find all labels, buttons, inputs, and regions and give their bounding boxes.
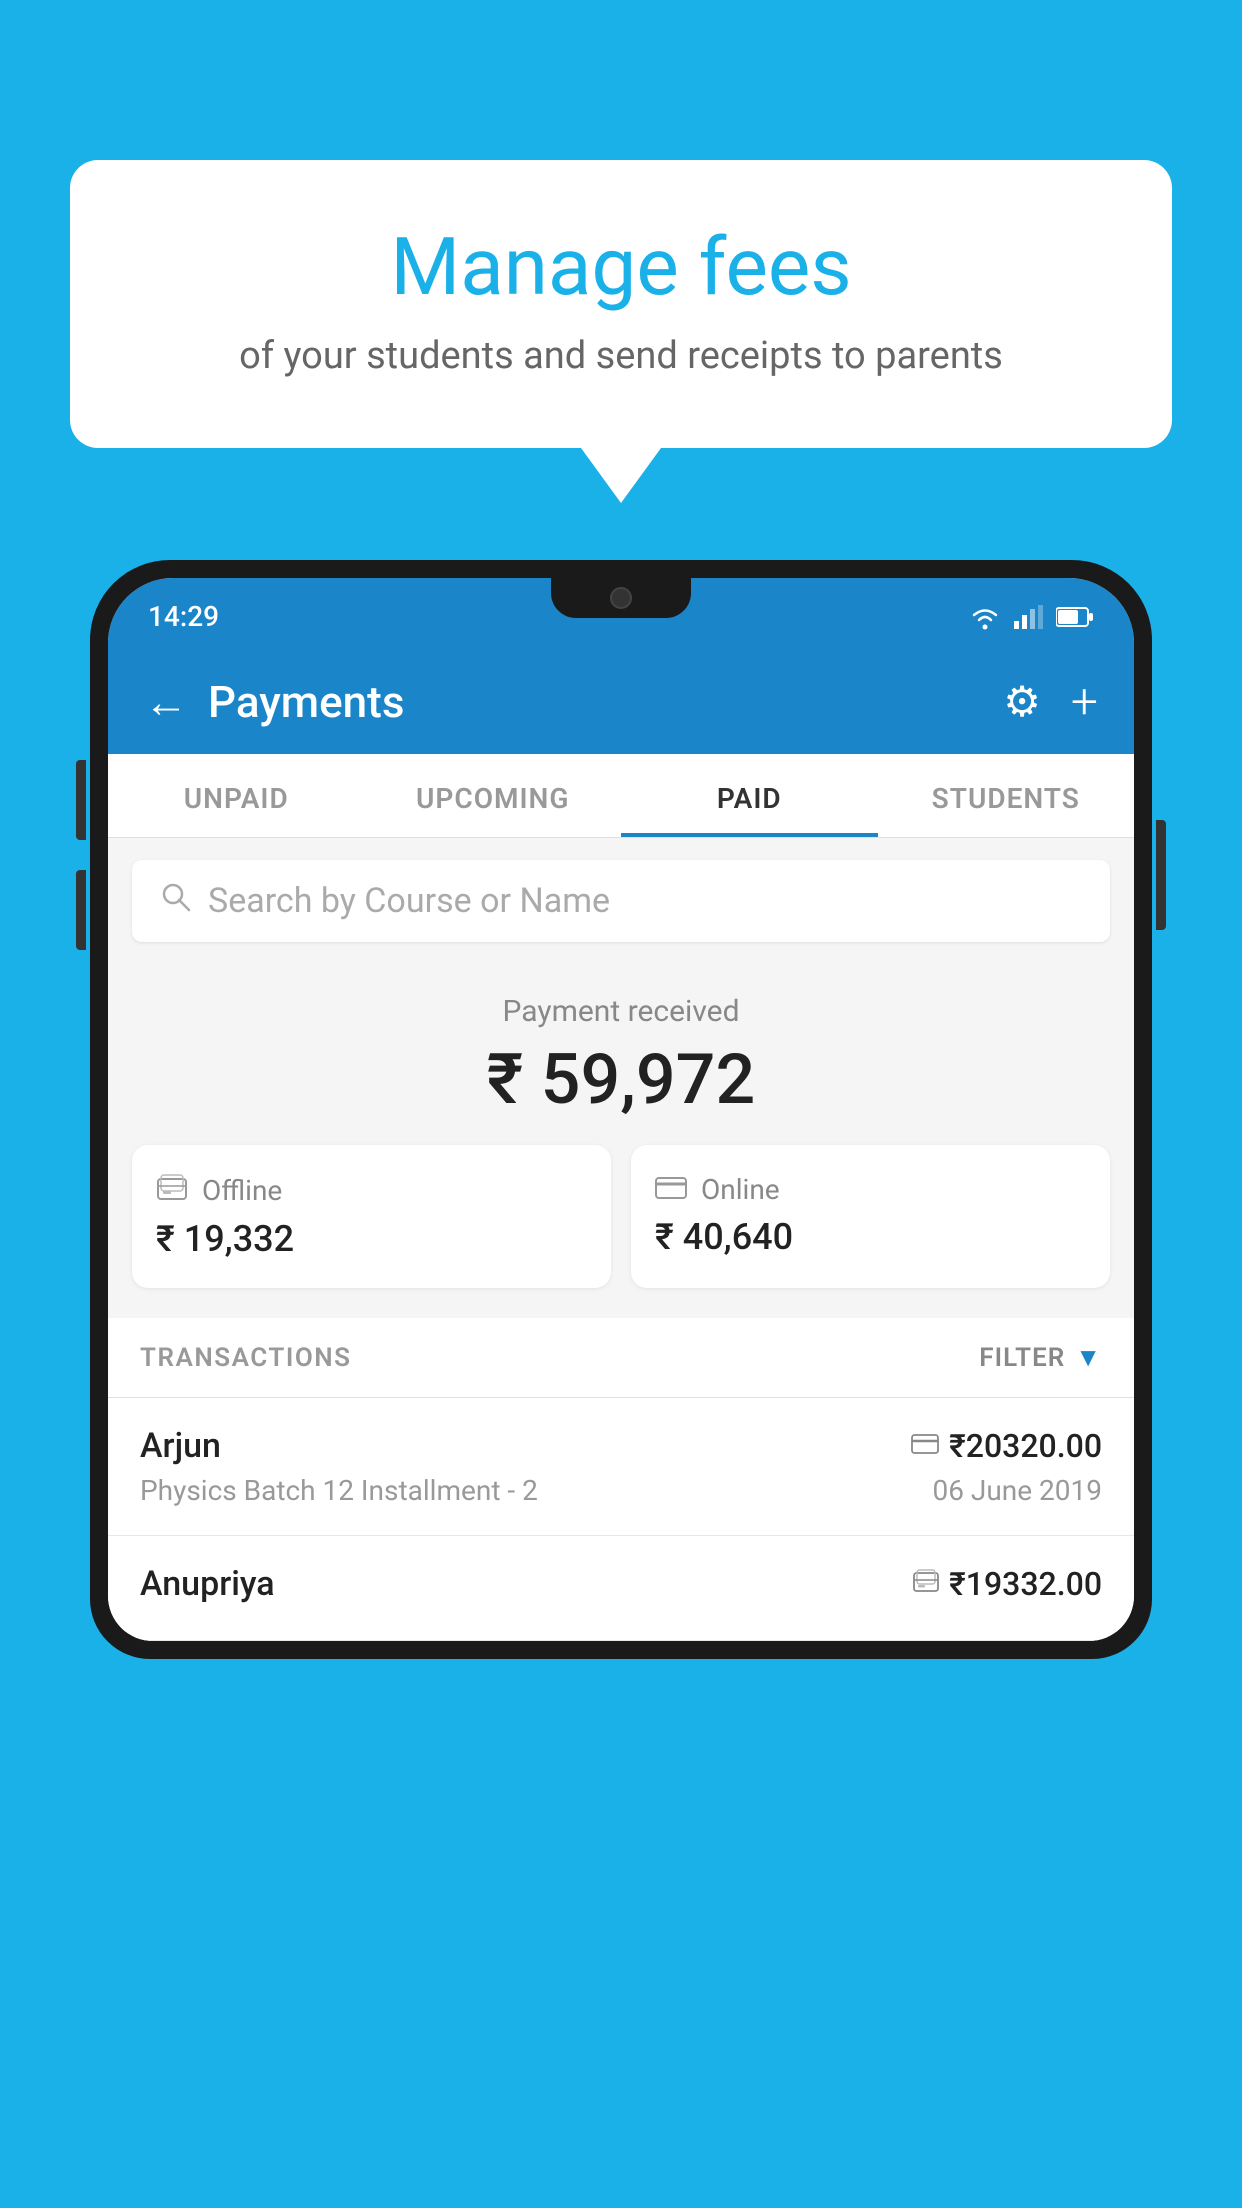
online-icon [655,1173,687,1206]
filter-label: FILTER [979,1343,1065,1373]
bubble-title: Manage fees [150,220,1092,314]
offline-amount: ₹ 19,332 [156,1218,587,1260]
transaction-type-icon-2 [913,1569,939,1599]
transaction-bottom-1: Physics Batch 12 Installment - 2 06 June… [140,1474,1102,1507]
search-icon [160,880,192,922]
phone-screen: 14:29 [108,578,1134,1641]
payment-summary: Payment received ₹ 59,972 [108,964,1134,1318]
tab-students[interactable]: STUDENTS [878,754,1135,837]
offline-header: Offline [156,1173,587,1208]
online-label: Online [701,1173,780,1206]
search-container: Search by Course or Name [108,838,1134,964]
volume-down-button [76,870,86,950]
search-input[interactable]: Search by Course or Name [208,881,610,921]
transaction-name-2: Anupriya [140,1564,275,1604]
payment-cards: Offline ₹ 19,332 [132,1145,1110,1288]
settings-button[interactable]: ⚙ [1003,677,1041,727]
tabs-container: UNPAID UPCOMING PAID STUDENTS [108,754,1134,838]
speech-bubble: Manage fees of your students and send re… [70,160,1172,448]
transaction-type-icon-1 [911,1433,939,1459]
phone: 14:29 [90,560,1152,2208]
online-header: Online [655,1173,1086,1206]
tab-upcoming[interactable]: UPCOMING [365,754,622,837]
speech-bubble-arrow [581,448,661,503]
search-bar[interactable]: Search by Course or Name [132,860,1110,942]
filter-icon: ▼ [1075,1342,1102,1373]
payment-total-amount: ₹ 59,972 [132,1039,1110,1121]
transaction-date-1: 06 June 2019 [932,1474,1102,1507]
payment-label: Payment received [132,994,1110,1029]
wifi-icon [968,604,1002,630]
filter-button[interactable]: FILTER ▼ [979,1342,1102,1373]
header-left: ← Payments [144,676,404,728]
transaction-name-1: Arjun [140,1426,221,1466]
front-camera [610,587,632,609]
offline-label: Offline [202,1174,282,1207]
transaction-top-1: Arjun ₹20320.00 [140,1426,1102,1466]
transaction-amount-1: ₹20320.00 [949,1427,1102,1465]
volume-up-button [76,760,86,840]
phone-notch [551,578,691,618]
transaction-top-2: Anupriya ₹19332.00 [140,1564,1102,1604]
online-payment-card: Online ₹ 40,640 [631,1145,1110,1288]
signal-icon [1014,605,1044,629]
back-button[interactable]: ← [144,680,188,724]
phone-outer: 14:29 [90,560,1152,1659]
tab-paid[interactable]: PAID [621,754,878,837]
bubble-subtitle: of your students and send receipts to pa… [150,334,1092,378]
transactions-header: TRANSACTIONS FILTER ▼ [108,1318,1134,1398]
page-title: Payments [208,676,404,728]
transaction-row[interactable]: Arjun ₹20320.00 Physics [108,1398,1134,1536]
tab-unpaid[interactable]: UNPAID [108,754,365,837]
transaction-row[interactable]: Anupriya ₹19332.00 [108,1536,1134,1641]
header-right: ⚙ + [1003,673,1098,730]
battery-icon [1056,606,1094,628]
add-button[interactable]: + [1071,673,1098,730]
transaction-amount-2: ₹19332.00 [949,1565,1102,1603]
status-icons [968,604,1094,630]
offline-payment-card: Offline ₹ 19,332 [132,1145,611,1288]
app-header: ← Payments ⚙ + [108,649,1134,754]
transactions-label: TRANSACTIONS [140,1343,352,1373]
speech-bubble-container: Manage fees of your students and send re… [70,160,1172,503]
transaction-amount-wrap-1: ₹20320.00 [911,1427,1102,1465]
transaction-amount-wrap-2: ₹19332.00 [913,1565,1102,1603]
offline-icon [156,1173,188,1208]
power-button [1156,820,1166,930]
online-amount: ₹ 40,640 [655,1216,1086,1258]
status-time: 14:29 [148,600,219,633]
transaction-course-1: Physics Batch 12 Installment - 2 [140,1474,538,1507]
